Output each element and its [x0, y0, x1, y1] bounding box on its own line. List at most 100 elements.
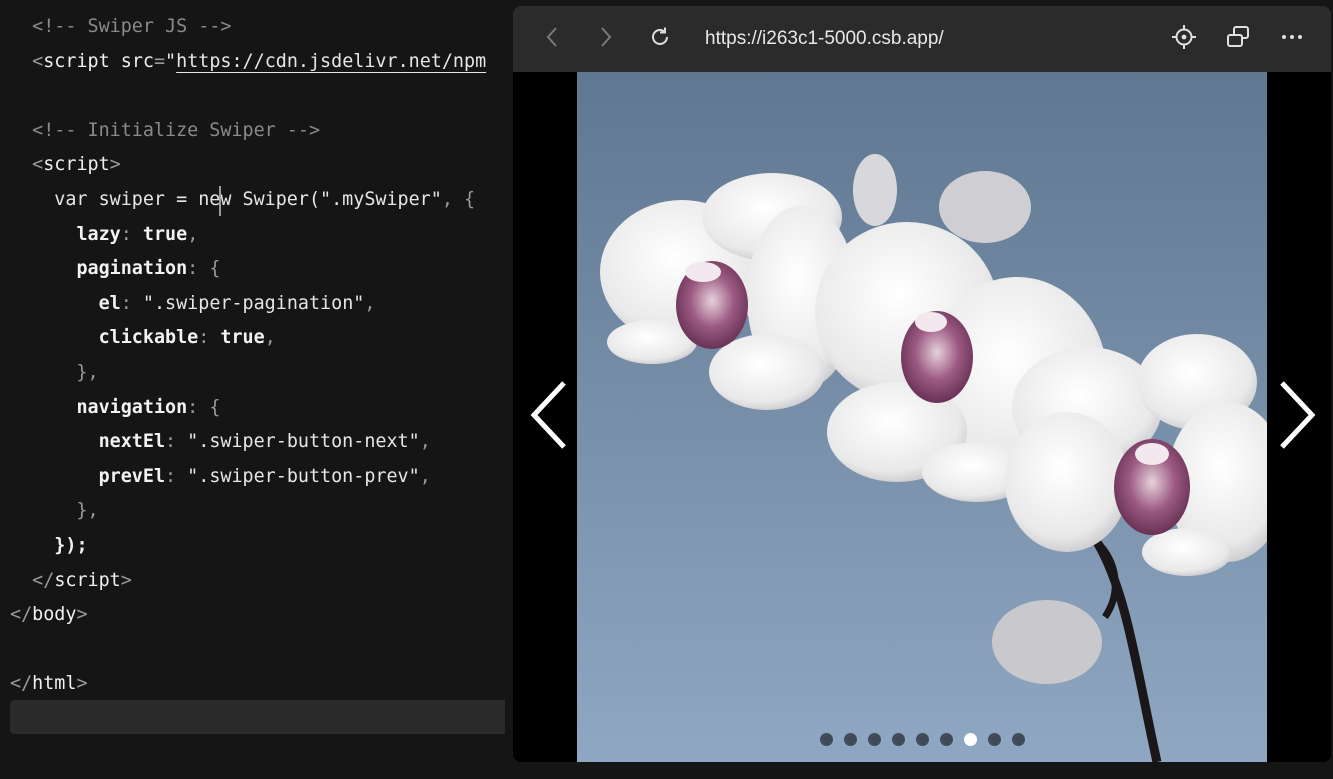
- code-token: var swiper = new Swiper(: [10, 189, 321, 210]
- code-token: <!-- Swiper JS -->: [10, 16, 232, 37]
- swiper-pagination: [820, 733, 1025, 747]
- back-button[interactable]: [537, 23, 569, 55]
- code-line[interactable]: </html>: [10, 667, 88, 701]
- code-line[interactable]: <script src="https://cdn.jsdelivr.net/np…: [10, 45, 486, 79]
- code-token: lazy: [76, 223, 121, 245]
- chevron-left-icon: [543, 25, 563, 53]
- code-token: </: [32, 569, 55, 591]
- address-bar[interactable]: https://i263c1-5000.csb.app/: [705, 26, 944, 52]
- more-options-button[interactable]: [1276, 23, 1308, 55]
- code-token: nextEl: [98, 431, 166, 453]
- code-token: true: [142, 223, 188, 245]
- crosshair-icon: [1171, 24, 1197, 54]
- swiper-button-next[interactable]: [1271, 381, 1321, 453]
- code-token: ".swiper-button-prev": [187, 465, 420, 487]
- pagination-bullet[interactable]: [940, 733, 953, 746]
- pagination-bullet[interactable]: [1012, 733, 1025, 746]
- code-line[interactable]: var swiper = new Swiper(".mySwiper", {: [10, 183, 475, 217]
- pagination-bullet[interactable]: [892, 733, 905, 746]
- code-token: : {: [187, 396, 221, 418]
- code-token: ,: [419, 465, 431, 487]
- editor-input-bar[interactable]: [10, 700, 505, 734]
- code-token: html: [32, 673, 77, 695]
- code-line[interactable]: pagination: {: [10, 252, 220, 286]
- code-token: });: [54, 535, 88, 556]
- code-line[interactable]: clickable: true,: [10, 321, 276, 355]
- code-token: script: [43, 154, 110, 176]
- code-token: body: [32, 604, 77, 626]
- reload-button[interactable]: [644, 23, 676, 55]
- browser-preview: https://i263c1-5000.csb.app/: [513, 6, 1331, 762]
- code-token: el: [98, 292, 121, 314]
- code-token: prevEl: [98, 465, 166, 487]
- pagination-bullet[interactable]: [820, 733, 833, 746]
- code-line[interactable]: prevEl: ".swiper-button-prev",: [10, 460, 431, 494]
- code-line[interactable]: <script>: [10, 148, 121, 182]
- code-editor[interactable]: <!-- Swiper JS --> <script src="https://…: [0, 0, 513, 779]
- code-token: ".swiper-pagination": [142, 292, 365, 314]
- code-token: >: [76, 673, 88, 695]
- code-token: },: [10, 500, 99, 522]
- code-token: src: [109, 50, 154, 72]
- code-token: clickable: [98, 327, 199, 349]
- more-horizontal-icon: [1280, 25, 1304, 53]
- forward-button[interactable]: [589, 23, 621, 55]
- code-line[interactable]: </script>: [10, 564, 132, 598]
- code-line[interactable]: <!-- Swiper JS -->: [10, 10, 231, 44]
- code-token: =: [153, 50, 166, 72]
- code-token: :: [198, 327, 221, 349]
- code-token: ": [165, 50, 177, 72]
- chevron-left-icon: [530, 381, 570, 453]
- code-token: >: [76, 604, 88, 626]
- code-token: ".swiper-button-next": [187, 431, 420, 453]
- text-caret: [219, 186, 221, 216]
- inspect-button[interactable]: [1168, 23, 1200, 55]
- code-token: ,: [419, 431, 431, 453]
- swiper-button-prev[interactable]: [525, 381, 575, 453]
- code-line[interactable]: lazy: true,: [10, 218, 198, 252]
- code-token: :: [120, 223, 143, 245]
- page-viewport: [513, 72, 1331, 762]
- open-new-window-icon: [1225, 24, 1251, 54]
- orchid-slide-image: [577, 72, 1267, 762]
- chevron-right-icon: [1276, 381, 1316, 453]
- code-line[interactable]: nextEl: ".swiper-button-next",: [10, 425, 431, 459]
- code-token: <: [32, 50, 44, 72]
- pagination-bullet[interactable]: [844, 733, 857, 746]
- code-token: :: [120, 292, 143, 314]
- code-token: script: [54, 569, 121, 591]
- code-token: ,: [187, 223, 199, 245]
- code-token: : {: [187, 258, 221, 280]
- code-token: ,: [264, 327, 276, 349]
- code-token: :: [165, 431, 188, 453]
- code-token: navigation: [76, 396, 188, 418]
- code-token: ".mySwiper": [320, 189, 442, 210]
- code-line[interactable]: navigation: {: [10, 391, 220, 425]
- code-line[interactable]: },: [10, 356, 99, 390]
- code-line[interactable]: <!-- Initialize Swiper -->: [10, 114, 320, 148]
- pagination-bullet[interactable]: [988, 733, 1001, 746]
- code-token: <!-- Initialize Swiper -->: [10, 119, 321, 141]
- code-token: },: [10, 362, 99, 383]
- open-new-window-button[interactable]: [1222, 23, 1254, 55]
- pagination-bullet[interactable]: [916, 733, 929, 746]
- pagination-bullet[interactable]: [964, 733, 977, 746]
- pagination-bullet[interactable]: [868, 733, 881, 746]
- code-line[interactable]: </body>: [10, 598, 88, 632]
- code-token: </: [10, 673, 33, 695]
- code-line[interactable]: });: [10, 529, 88, 563]
- code-token: </: [10, 604, 33, 626]
- code-line[interactable]: el: ".swiper-pagination",: [10, 287, 376, 321]
- code-token: pagination: [76, 258, 188, 280]
- code-line[interactable]: },: [10, 494, 99, 528]
